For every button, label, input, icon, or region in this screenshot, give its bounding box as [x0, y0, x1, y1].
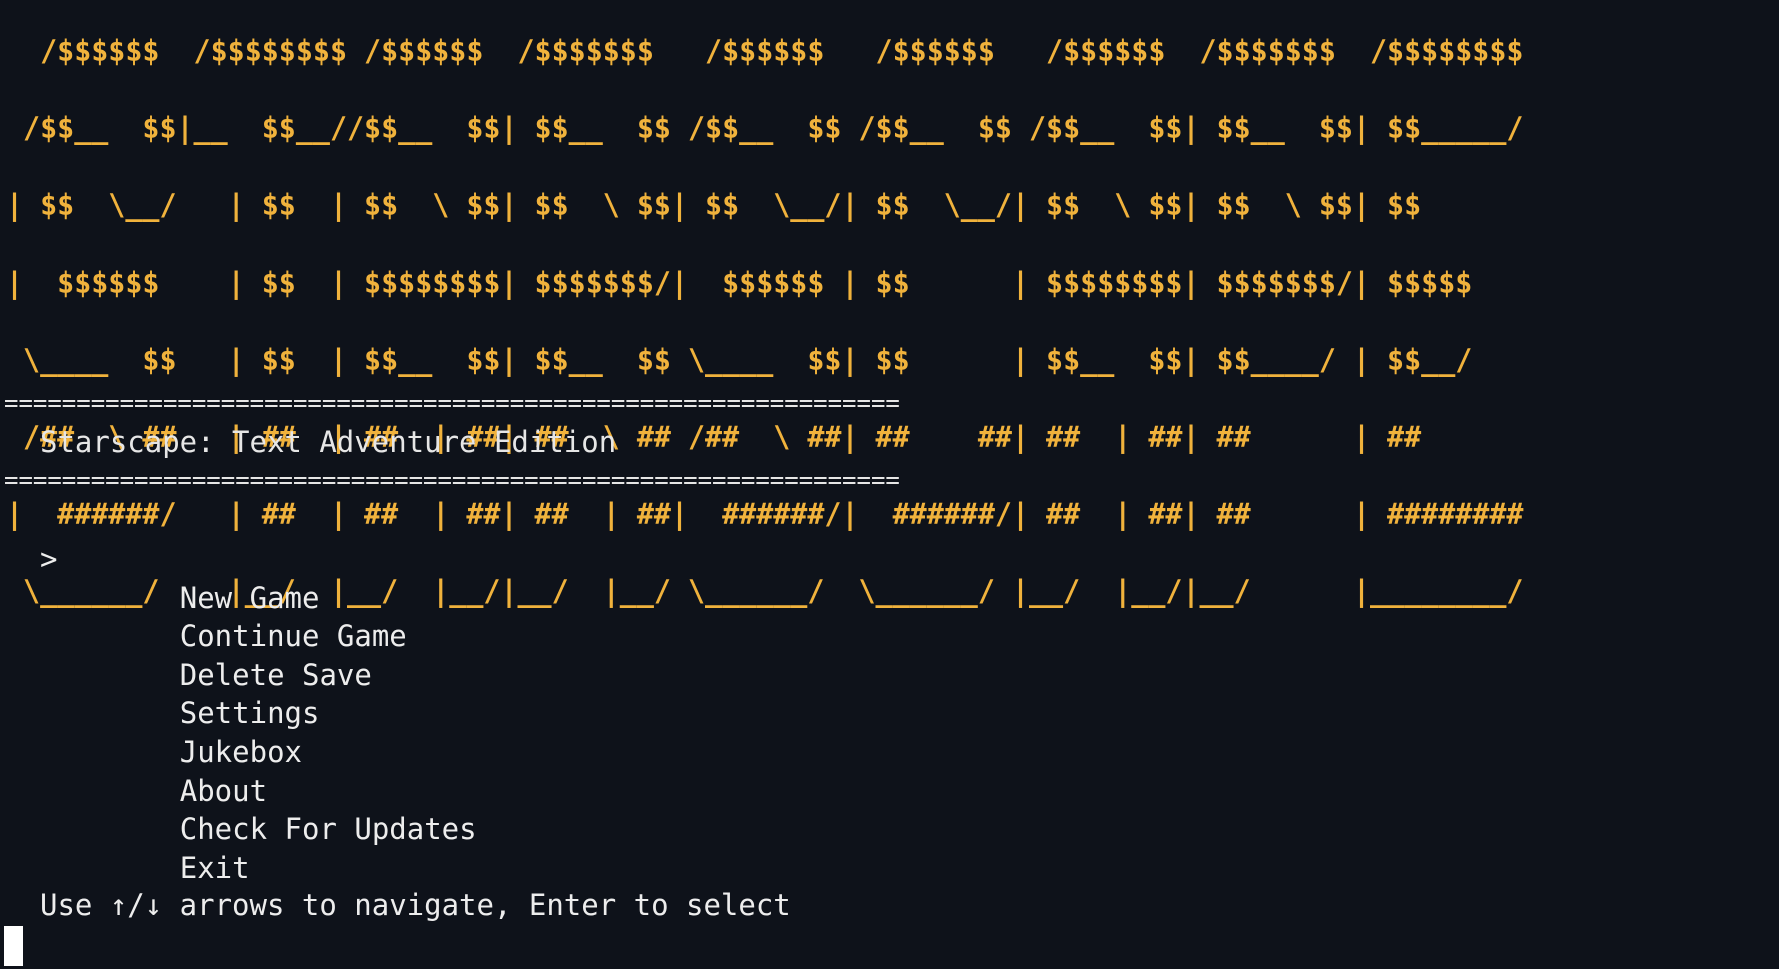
terminal-cursor-icon [4, 926, 23, 966]
game-title: Starscape: Text Adventure Edition [40, 425, 617, 459]
menu-item-settings[interactable]: Settings [40, 656, 477, 730]
menu-item-about[interactable]: About [40, 733, 477, 808]
menu-item-exit[interactable]: Exit [40, 810, 477, 885]
divider-bottom: ========================================… [4, 466, 900, 494]
terminal-window: /$$$$$$ /$$$$$$$$ /$$$$$$ /$$$$$$$ /$$$$… [0, 0, 1779, 969]
banner-line: /$$__ $$|__ $$__//$$__ $$| $$__ $$ /$$__… [6, 111, 1524, 146]
banner-line: | $$$$$$ | $$ | $$$$$$$$| $$$$$$$/| $$$$… [6, 265, 1473, 300]
menu-item-jukebox[interactable]: Jukebox [40, 694, 477, 769]
menu-item-continue-game[interactable]: Continue Game [40, 579, 477, 653]
banner-line: /$$$$$$ /$$$$$$$$ /$$$$$$ /$$$$$$$ /$$$$… [6, 34, 1524, 68]
banner-line: \____ $$ | $$ | $$__ $$| $$__ $$ \____ $… [6, 342, 1473, 377]
divider-top: ========================================… [4, 389, 900, 417]
main-menu: > New Game Continue Game Delete Save Sett… [40, 540, 477, 885]
menu-item-check-for-updates[interactable]: Check For Updates [40, 772, 477, 846]
menu-item-delete-save[interactable]: Delete Save [40, 617, 477, 692]
menu-item-label: Exit [179, 850, 250, 885]
banner-line: | ######/ | ## | ## | ##| ## | ##| #####… [6, 497, 1524, 532]
ascii-art-banner: /$$$$$$ /$$$$$$$$ /$$$$$$ /$$$$$$$ /$$$$… [6, 32, 1523, 611]
selection-chevron-icon: > [40, 542, 58, 576]
navigation-hint: Use ↑/↓ arrows to navigate, Enter to sel… [40, 888, 791, 922]
banner-line: | $$ \__/ | $$ | $$ \ $$| $$ \ $$| $$ \_… [6, 188, 1422, 223]
menu-item-new-game[interactable]: > New Game [40, 540, 477, 615]
